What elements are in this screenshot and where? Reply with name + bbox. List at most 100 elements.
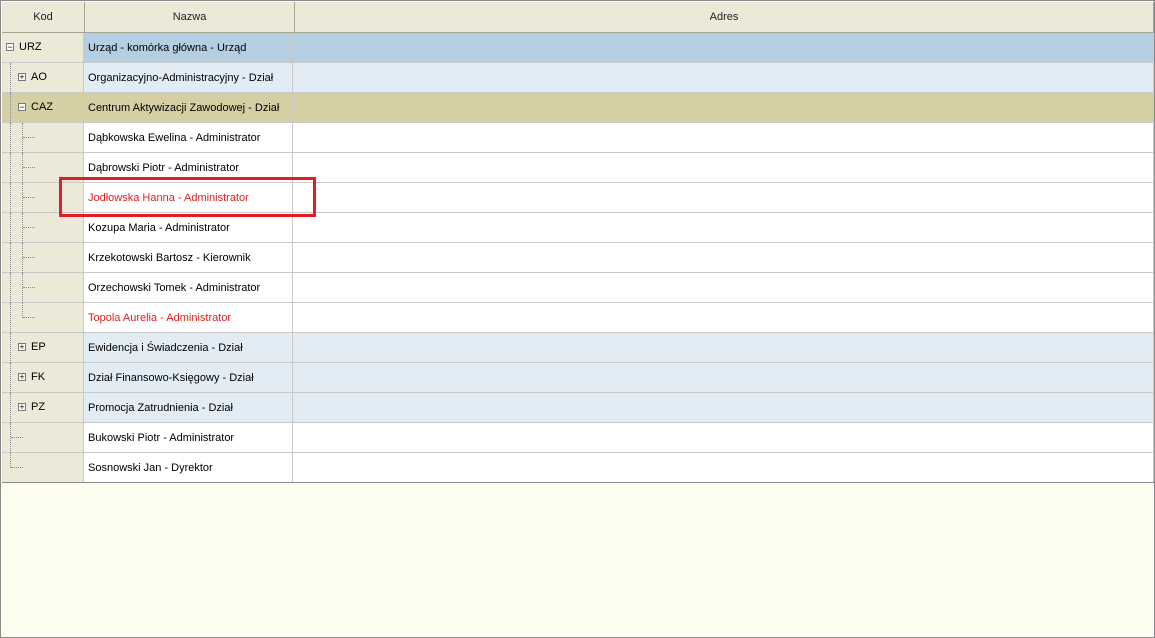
table-row[interactable]: − CAZ Centrum Aktywizacji Zawodowej - Dz… bbox=[2, 93, 1154, 123]
code-cell: − URZ bbox=[2, 33, 84, 62]
column-header-kod[interactable]: Kod bbox=[2, 2, 85, 32]
table-row[interactable]: + AO Organizacyjno-Administracyjny - Dzi… bbox=[2, 63, 1154, 93]
table-row[interactable]: Bukowski Piotr - Administrator bbox=[2, 423, 1154, 453]
tree-line bbox=[23, 167, 35, 168]
code-cell bbox=[2, 213, 84, 243]
tree-line bbox=[11, 437, 23, 438]
name-cell: Bukowski Piotr - Administrator bbox=[84, 423, 293, 452]
tree-line bbox=[10, 243, 11, 273]
tree-line bbox=[22, 153, 23, 183]
address-cell bbox=[293, 93, 1154, 122]
code-text: FK bbox=[31, 371, 46, 383]
name-cell: Jodłowska Hanna - Administrator bbox=[84, 183, 293, 212]
expand-toggle-icon[interactable]: + bbox=[18, 73, 26, 82]
table-row[interactable]: Jodłowska Hanna - Administrator bbox=[2, 183, 1154, 213]
org-tree-grid: Kod Nazwa Adres − URZ Urząd - komórka gł… bbox=[2, 2, 1154, 483]
name-cell: Promocja Zatrudnienia - Dział bbox=[84, 393, 293, 422]
code-cell bbox=[2, 423, 84, 453]
address-cell bbox=[293, 243, 1154, 272]
tree-line bbox=[23, 287, 35, 288]
table-row[interactable]: Sosnowski Jan - Dyrektor bbox=[2, 453, 1154, 483]
tree-line bbox=[10, 213, 11, 243]
name-cell: Ewidencja i Świadczenia - Dział bbox=[84, 333, 293, 362]
code-cell: + PZ bbox=[2, 393, 84, 423]
name-cell: Krzekotowski Bartosz - Kierownik bbox=[84, 243, 293, 272]
name-cell: Urząd - komórka główna - Urząd bbox=[84, 33, 293, 62]
address-cell bbox=[293, 123, 1154, 152]
expand-toggle-icon[interactable]: + bbox=[18, 373, 26, 382]
code-text: CAZ bbox=[31, 101, 53, 113]
table-row[interactable]: Orzechowski Tomek - Administrator bbox=[2, 273, 1154, 303]
address-cell bbox=[293, 453, 1154, 482]
tree-line bbox=[10, 393, 11, 423]
expand-toggle-icon[interactable]: + bbox=[18, 403, 26, 412]
address-cell bbox=[293, 303, 1154, 332]
name-cell: Organizacyjno-Administracyjny - Dział bbox=[84, 63, 293, 92]
expand-toggle-icon[interactable]: + bbox=[18, 343, 26, 352]
address-cell bbox=[293, 333, 1154, 362]
name-cell: Centrum Aktywizacji Zawodowej - Dział bbox=[84, 93, 293, 122]
column-header-adres[interactable]: Adres bbox=[295, 2, 1154, 32]
code-cell: + EP bbox=[2, 333, 84, 363]
table-row[interactable]: Topola Aurelia - Administrator bbox=[2, 303, 1154, 333]
name-cell: Sosnowski Jan - Dyrektor bbox=[84, 453, 293, 482]
code-cell bbox=[2, 123, 84, 153]
tree-line bbox=[10, 303, 11, 333]
tree-line bbox=[10, 153, 11, 183]
table-row[interactable]: + EP Ewidencja i Świadczenia - Dział bbox=[2, 333, 1154, 363]
org-tree-grid-window: Kod Nazwa Adres − URZ Urząd - komórka gł… bbox=[0, 0, 1155, 638]
address-cell bbox=[293, 423, 1154, 452]
table-row[interactable]: Kozupa Maria - Administrator bbox=[2, 213, 1154, 243]
tree-line bbox=[23, 197, 35, 198]
code-cell bbox=[2, 183, 84, 213]
tree-line bbox=[11, 467, 23, 468]
code-cell: + FK bbox=[2, 363, 84, 393]
name-cell: Topola Aurelia - Administrator bbox=[84, 303, 293, 332]
tree-line bbox=[22, 243, 23, 273]
name-cell: Kozupa Maria - Administrator bbox=[84, 213, 293, 242]
table-row[interactable]: Krzekotowski Bartosz - Kierownik bbox=[2, 243, 1154, 273]
tree-line bbox=[10, 333, 11, 363]
tree-line bbox=[10, 453, 11, 468]
code-cell: − CAZ bbox=[2, 93, 84, 123]
code-text: EP bbox=[31, 341, 46, 353]
tree-line bbox=[23, 317, 35, 318]
tree-line bbox=[10, 273, 11, 303]
table-row[interactable]: Dąbrowski Piotr - Administrator bbox=[2, 153, 1154, 183]
address-cell bbox=[293, 363, 1154, 392]
address-cell bbox=[293, 63, 1154, 92]
table-row[interactable]: + FK Dział Finansowo-Księgowy - Dział bbox=[2, 363, 1154, 393]
code-cell bbox=[2, 243, 84, 273]
address-cell bbox=[293, 393, 1154, 422]
tree-line bbox=[22, 183, 23, 213]
tree-line bbox=[22, 273, 23, 303]
tree-line bbox=[22, 123, 23, 153]
column-header-nazwa[interactable]: Nazwa bbox=[85, 2, 295, 32]
collapse-toggle-icon[interactable]: − bbox=[6, 43, 14, 52]
tree-line bbox=[10, 363, 11, 393]
code-text: URZ bbox=[19, 41, 42, 53]
code-text: AO bbox=[31, 71, 47, 83]
address-cell bbox=[293, 33, 1154, 62]
name-cell: Orzechowski Tomek - Administrator bbox=[84, 273, 293, 302]
address-cell bbox=[293, 153, 1154, 182]
table-row[interactable]: + PZ Promocja Zatrudnienia - Dział bbox=[2, 393, 1154, 423]
table-row[interactable]: Dąbkowska Ewelina - Administrator bbox=[2, 123, 1154, 153]
tree-line bbox=[23, 137, 35, 138]
name-cell: Dąbrowski Piotr - Administrator bbox=[84, 153, 293, 182]
address-cell bbox=[293, 213, 1154, 242]
tree-line bbox=[10, 93, 11, 123]
collapse-toggle-icon[interactable]: − bbox=[18, 103, 26, 112]
name-cell: Dział Finansowo-Księgowy - Dział bbox=[84, 363, 293, 392]
code-cell bbox=[2, 153, 84, 183]
tree-line bbox=[10, 183, 11, 213]
tree-line bbox=[22, 213, 23, 243]
tree-line bbox=[10, 123, 11, 153]
grid-header: Kod Nazwa Adres bbox=[2, 2, 1154, 33]
tree-line bbox=[22, 303, 23, 318]
code-cell bbox=[2, 303, 84, 333]
address-cell bbox=[293, 273, 1154, 302]
code-text: PZ bbox=[31, 401, 46, 413]
name-cell: Dąbkowska Ewelina - Administrator bbox=[84, 123, 293, 152]
table-row[interactable]: − URZ Urząd - komórka główna - Urząd bbox=[2, 33, 1154, 63]
